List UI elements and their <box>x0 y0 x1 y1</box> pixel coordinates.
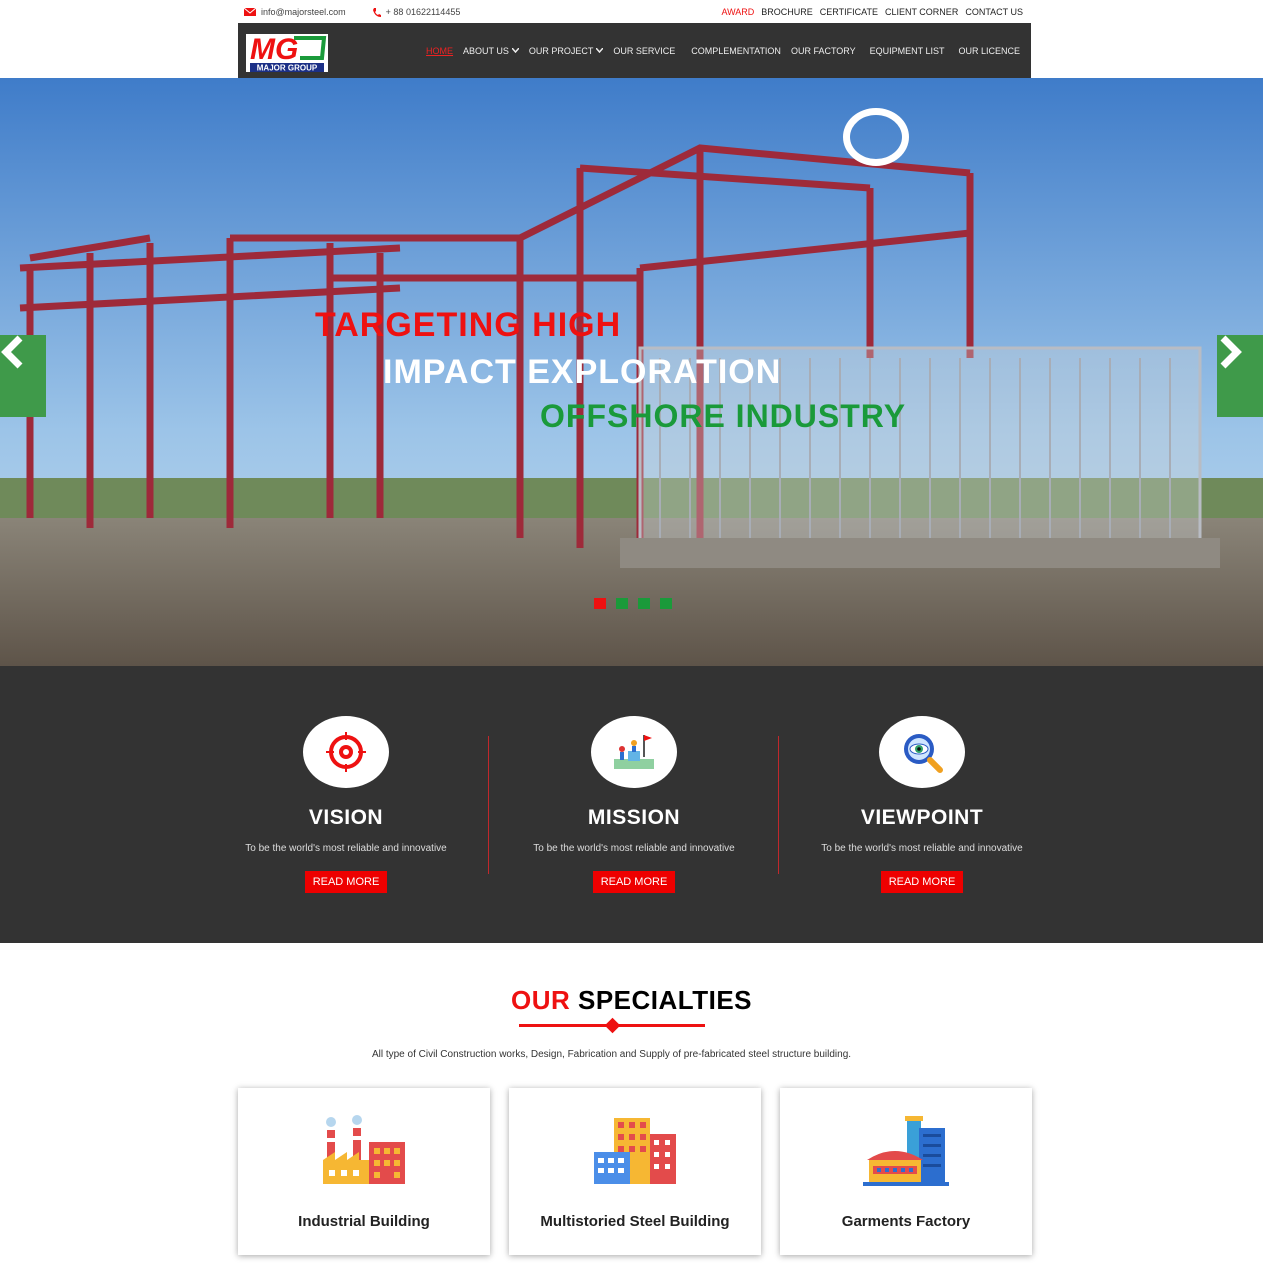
nav-item-about-us[interactable]: ABOUT US <box>458 46 524 56</box>
card-label: Garments Factory <box>841 1213 971 1230</box>
read-more-button[interactable]: READ MORE <box>880 871 964 893</box>
diamond-icon <box>604 1017 621 1034</box>
email-text: info@majorsteel.com <box>261 6 346 17</box>
specialties-title: OUR SPECIALTIES <box>0 985 1263 1016</box>
hero-slider: TARGETING HIGH IMPACT EXPLORATION OFFSHO… <box>0 78 1263 666</box>
top-links: AWARD BROCHURE CERTIFICATE CLIENT CORNER… <box>721 7 1023 17</box>
hero-line-1: TARGETING HIGH <box>315 306 622 344</box>
slider-dots <box>594 598 672 609</box>
nav-item-our-project[interactable]: OUR PROJECT <box>524 46 609 56</box>
nav-menu: HOME ABOUT US OUR PROJECT OUR SERVICE CO… <box>421 46 1025 56</box>
logo-name: MAJOR GROUP <box>257 63 318 72</box>
top-link-award[interactable]: AWARD <box>721 7 754 17</box>
slider-dot[interactable] <box>616 598 628 609</box>
chevron-left-icon <box>1 335 23 369</box>
contact-info: info@majorsteel.com + 88 01622114455 <box>244 7 480 17</box>
magnifier-eye-icon <box>904 734 943 773</box>
email-contact[interactable]: info@majorsteel.com <box>244 7 356 17</box>
nav-item-our-factory[interactable]: OUR FACTORY <box>786 46 861 56</box>
specialties-subtitle: All type of Civil Construction works, De… <box>371 1049 852 1060</box>
feature-icon-circle <box>879 716 965 788</box>
buildings-icon <box>594 1118 676 1184</box>
feature-text: To be the world's most reliable and inno… <box>245 843 447 854</box>
top-bar: info@majorsteel.com + 88 01622114455 AWA… <box>238 0 1031 23</box>
specialty-card-garments[interactable]: Garments Factory <box>780 1088 1032 1255</box>
hero-line-3: OFFSHORE INDUSTRY <box>540 398 907 434</box>
chevron-right-icon <box>1220 335 1242 369</box>
read-more-button[interactable]: READ MORE <box>304 871 388 893</box>
feature-icon-circle <box>591 716 677 788</box>
slider-dot[interactable] <box>660 598 672 609</box>
chevron-down-icon <box>596 48 604 53</box>
loading-ring-icon <box>843 108 909 166</box>
chevron-down-icon <box>511 48 519 53</box>
logo-letters: MG <box>250 33 298 66</box>
factory-icon <box>323 1115 405 1184</box>
logo[interactable]: MG MAJOR GROUP <box>244 28 332 74</box>
card-label: Industrial Building <box>298 1213 430 1230</box>
hero-line-2: IMPACT EXPLORATION <box>383 353 782 391</box>
logo-mark: MG MAJOR GROUP <box>246 33 328 72</box>
feature-viewpoint: VIEWPOINT To be the world's most reliabl… <box>802 716 1042 893</box>
nav-item-complementation[interactable]: COMPLEMENTATION <box>686 46 786 56</box>
features-section: VISION To be the world's most reliable a… <box>0 666 1263 943</box>
slider-dot[interactable] <box>638 598 650 609</box>
warehouse-icon <box>863 1116 949 1186</box>
feature-title: MISSION <box>587 806 681 829</box>
phone-contact[interactable]: + 88 01622114455 <box>372 7 471 17</box>
envelope-icon <box>244 7 256 16</box>
feature-vision: VISION To be the world's most reliable a… <box>226 716 466 893</box>
specialty-card-multistoried[interactable]: Multistoried Steel Building <box>509 1088 761 1255</box>
specialties-title-black: SPECIALTIES <box>577 985 753 1015</box>
feature-text: To be the world's most reliable and inno… <box>821 843 1023 854</box>
specialty-card-industrial[interactable]: Industrial Building <box>238 1088 490 1255</box>
phone-text: + 88 01622114455 <box>385 6 461 17</box>
slider-dot[interactable] <box>594 598 606 609</box>
nav-item-our-licence[interactable]: OUR LICENCE <box>953 46 1025 56</box>
read-more-button[interactable]: READ MORE <box>592 871 676 893</box>
top-link-client-corner[interactable]: CLIENT CORNER <box>885 7 958 17</box>
feature-text: To be the world's most reliable and inno… <box>533 843 735 854</box>
target-icon <box>326 732 366 772</box>
nav-item-our-service[interactable]: OUR SERVICE <box>608 46 680 56</box>
feature-title: VIEWPOINT <box>860 806 984 829</box>
slider-next-button[interactable] <box>1217 335 1263 417</box>
feature-mission: MISSION To be the world's most reliable … <box>514 716 754 893</box>
phone-icon <box>372 7 381 17</box>
nav-item-home[interactable]: HOME <box>421 46 458 56</box>
card-label: Multistoried Steel Building <box>540 1213 730 1230</box>
nav-item-equipment-list[interactable]: EQUIPMENT LIST <box>865 46 950 56</box>
top-link-brochure[interactable]: BROCHURE <box>761 7 813 17</box>
feature-title: VISION <box>308 806 384 829</box>
main-navbar: MG MAJOR GROUP HOME ABOUT US OUR PROJECT… <box>238 23 1031 78</box>
team-climb-icon <box>614 735 654 769</box>
top-link-contact-us[interactable]: CONTACT US <box>965 7 1023 17</box>
divider <box>488 736 489 874</box>
specialties-title-red: OUR <box>510 985 571 1015</box>
feature-icon-circle <box>303 716 389 788</box>
top-link-certificate[interactable]: CERTIFICATE <box>820 7 878 17</box>
slider-prev-button[interactable] <box>0 335 46 417</box>
divider <box>778 736 779 874</box>
